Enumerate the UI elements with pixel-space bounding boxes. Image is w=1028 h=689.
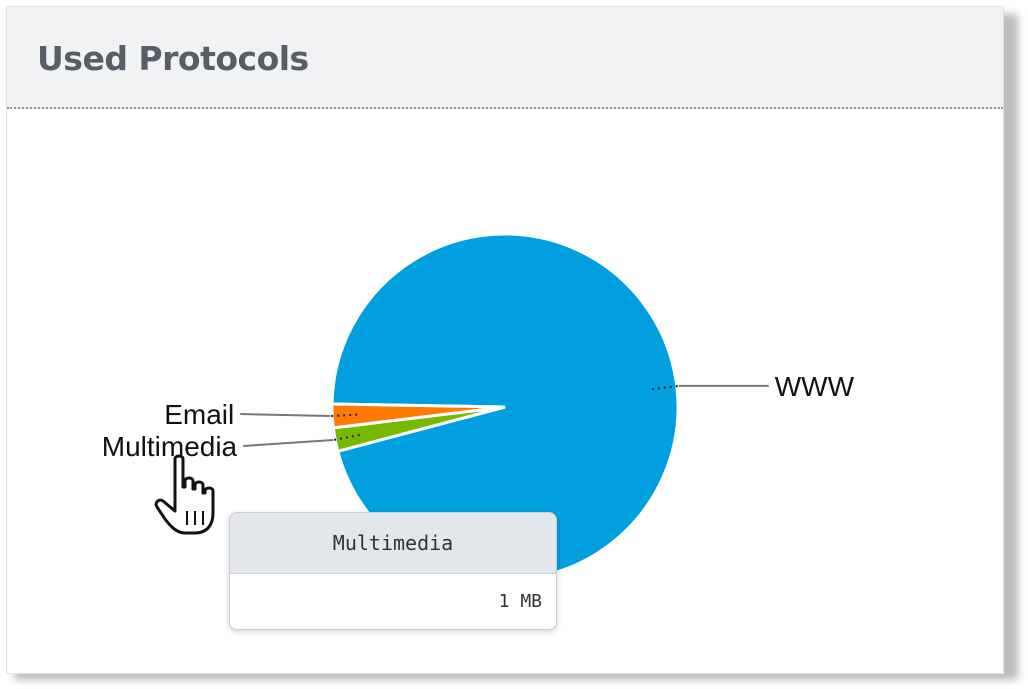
slice-label-email: Email xyxy=(164,399,234,430)
chart-tooltip: Multimedia 1 MB xyxy=(229,512,557,630)
tooltip-title: Multimedia xyxy=(230,513,556,574)
used-protocols-panel: Used Protocols WWW Multimedia Email Multim… xyxy=(6,6,1004,674)
tooltip-value: 1 MB xyxy=(498,591,542,612)
slice-label-www: WWW xyxy=(775,371,855,402)
hand-pointer-icon xyxy=(153,453,223,543)
connector-line-email xyxy=(240,413,331,418)
panel-title: Used Protocols xyxy=(37,39,309,78)
connector-line-multimedia xyxy=(243,439,334,448)
panel-header: Used Protocols xyxy=(7,7,1003,109)
